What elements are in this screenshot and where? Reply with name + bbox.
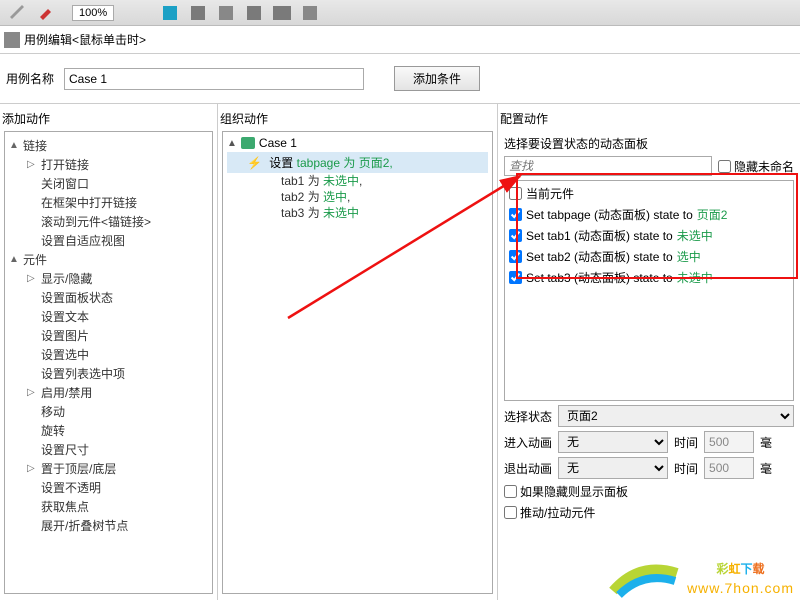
tree-rotate[interactable]: 旋转 <box>7 421 210 440</box>
tree-focus[interactable]: 获取焦点 <box>7 497 210 516</box>
enter-time-label: 时间 <box>674 434 698 451</box>
tree-open-link[interactable]: ▷打开链接 <box>7 155 210 174</box>
add-condition-button[interactable]: 添加条件 <box>394 66 480 91</box>
panel-item-0[interactable]: Set tabpage (动态面板) state to 页面2 <box>509 204 791 225</box>
tool-icon-1[interactable] <box>6 3 30 23</box>
panel-list: 当前元件 Set tabpage (动态面板) state to 页面2 Set… <box>504 180 794 401</box>
tree-widgets[interactable]: ▲元件 <box>7 250 210 269</box>
panel-item-1[interactable]: Set tab1 (动态面板) state to 未选中 <box>509 225 791 246</box>
tool-sq-2[interactable] <box>186 3 210 23</box>
tree-expand[interactable]: 展开/折叠树节点 <box>7 516 210 535</box>
tree-opacity[interactable]: 设置不透明 <box>7 478 210 497</box>
exit-anim-select[interactable]: 无 <box>558 457 668 479</box>
tree-move[interactable]: 移动 <box>7 402 210 421</box>
push-pull-checkbox[interactable]: 推动/拉动元件 <box>504 504 595 521</box>
select-state-label: 选择状态 <box>504 408 552 425</box>
tree-scroll-anchor[interactable]: 滚动到元件<锚链接> <box>7 212 210 231</box>
set-action-line[interactable]: ⚡ 设置 tabpage 为 页面2, <box>227 152 488 173</box>
tree-set-text[interactable]: 设置文本 <box>7 307 210 326</box>
window-title: 用例编辑<鼠标单击时> <box>24 31 146 48</box>
set-line-1: tab1 为 未选中, <box>227 173 488 189</box>
col-config-header: 配置动作 <box>498 104 800 131</box>
set-line-2: tab2 为 选中, <box>227 189 488 205</box>
set-line-3: tab3 为 未选中 <box>227 205 488 221</box>
tree-set-selected[interactable]: 设置选中 <box>7 345 210 364</box>
action-tree-box[interactable]: ▲链接 ▷打开链接 关闭窗口 在框架中打开链接 滚动到元件<锚链接> 设置自适应… <box>4 131 213 594</box>
tree-set-size[interactable]: 设置尺寸 <box>7 440 210 459</box>
enter-time-input[interactable] <box>704 431 754 453</box>
bolt-icon: ⚡ <box>247 156 262 170</box>
window-header: 用例编辑<鼠标单击时> <box>0 26 800 54</box>
tree-set-image[interactable]: 设置图片 <box>7 326 210 345</box>
tree-set-list-sel[interactable]: 设置列表选中项 <box>7 364 210 383</box>
enter-anim-label: 进入动画 <box>504 434 552 451</box>
tree-close-window[interactable]: 关闭窗口 <box>7 174 210 193</box>
tree-show-hide[interactable]: ▷显示/隐藏 <box>7 269 210 288</box>
tree-open-in-frame[interactable]: 在框架中打开链接 <box>7 193 210 212</box>
enter-anim-select[interactable]: 无 <box>558 431 668 453</box>
window-icon <box>4 32 20 48</box>
case-name-input[interactable] <box>64 68 364 90</box>
tree-panel-state[interactable]: 设置面板状态 <box>7 288 210 307</box>
tree-links[interactable]: ▲链接 <box>7 136 210 155</box>
col-organize-header: 组织动作 <box>218 104 497 131</box>
tool-icon-2[interactable] <box>34 3 58 23</box>
tool-sq-5[interactable] <box>270 3 294 23</box>
exit-anim-label: 退出动画 <box>504 460 552 477</box>
tool-sq-4[interactable] <box>242 3 266 23</box>
panel-search-input[interactable] <box>504 156 712 176</box>
show-if-hidden-checkbox[interactable]: 如果隐藏则显示面板 <box>504 483 628 500</box>
panel-item-3[interactable]: Set tab3 (动态面板) state to 未选中 <box>509 267 791 288</box>
case-icon <box>241 137 255 149</box>
case-name-label: 用例名称 <box>6 70 54 87</box>
case-name-row: 用例名称 添加条件 <box>0 54 800 104</box>
tool-sq-6[interactable] <box>298 3 322 23</box>
case-node[interactable]: ▲ Case 1 <box>227 136 488 150</box>
ms-label-1: 毫 <box>760 434 772 451</box>
panel-item-2[interactable]: Set tab2 (动态面板) state to 选中 <box>509 246 791 267</box>
ms-label-2: 毫 <box>760 460 772 477</box>
exit-time-label: 时间 <box>674 460 698 477</box>
tree-enable[interactable]: ▷启用/禁用 <box>7 383 210 402</box>
tree-adaptive[interactable]: 设置自适应视图 <box>7 231 210 250</box>
tool-sq-3[interactable] <box>214 3 238 23</box>
zoom-input[interactable]: 100% <box>72 5 114 21</box>
col-add-action-header: 添加动作 <box>0 104 217 131</box>
tree-bring[interactable]: ▷置于顶层/底层 <box>7 459 210 478</box>
config-subtitle: 选择要设置状态的动态面板 <box>504 135 794 152</box>
tool-sq-1[interactable] <box>158 3 182 23</box>
current-widget-item[interactable]: 当前元件 <box>509 183 791 204</box>
exit-time-input[interactable] <box>704 457 754 479</box>
app-toolbar: 100% <box>0 0 800 26</box>
organize-box[interactable]: ▲ Case 1 ⚡ 设置 tabpage 为 页面2, tab1 为 未选中,… <box>222 131 493 594</box>
state-select[interactable]: 页面2 <box>558 405 794 427</box>
watermark-logo: 彩虹下载 www.7hon.com <box>687 549 794 596</box>
hide-unnamed-checkbox[interactable]: 隐藏未命名 <box>718 158 794 175</box>
